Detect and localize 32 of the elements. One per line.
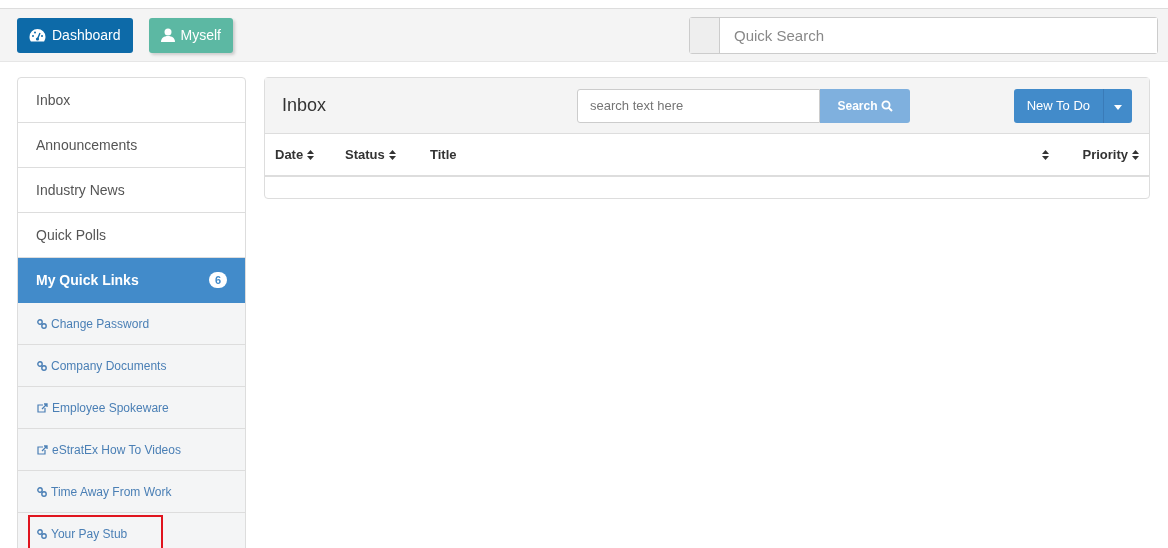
nav-button[interactable]: Myself — [148, 17, 233, 53]
column-header[interactable]: Title — [430, 147, 457, 162]
column-header[interactable]: Priority — [1082, 147, 1128, 162]
sort-icon[interactable] — [1042, 149, 1050, 160]
sidebar-item[interactable]: Inbox — [18, 78, 245, 123]
column-header[interactable]: Status — [345, 147, 385, 162]
new-to-do-button[interactable]: New To Do — [1013, 88, 1103, 123]
count-badge: 6 — [208, 272, 227, 288]
sort-icon[interactable] — [307, 149, 315, 160]
link-icon — [37, 318, 47, 329]
quick-search-field[interactable]: Quick Search — [689, 16, 1158, 54]
nav-button[interactable]: Dashboard — [17, 17, 133, 53]
dashboard-icon — [29, 28, 46, 42]
link-icon — [37, 528, 47, 539]
caret-icon — [1114, 105, 1122, 110]
external-link-icon — [37, 402, 48, 413]
link-icon — [37, 360, 47, 371]
search-button[interactable]: Search — [820, 88, 910, 123]
search-field[interactable]: search text here — [577, 88, 820, 123]
dropdown-button[interactable] — [1103, 88, 1132, 123]
panel-title: Inbox — [282, 95, 328, 116]
link-icon — [37, 486, 47, 497]
sidebar-item[interactable]: Industry News — [18, 168, 245, 213]
sort-icon[interactable] — [1132, 149, 1139, 160]
sidebar-item[interactable]: My Quick Links 6 — [18, 258, 245, 303]
column-header[interactable]: Date — [275, 147, 304, 162]
search-icon — [880, 99, 893, 112]
external-link-icon — [37, 444, 48, 455]
user-icon — [160, 28, 175, 42]
sort-icon[interactable] — [388, 149, 396, 160]
quick-link[interactable]: Your Pay Stub — [28, 514, 164, 548]
sidebar-item[interactable]: Announcements — [18, 123, 245, 168]
